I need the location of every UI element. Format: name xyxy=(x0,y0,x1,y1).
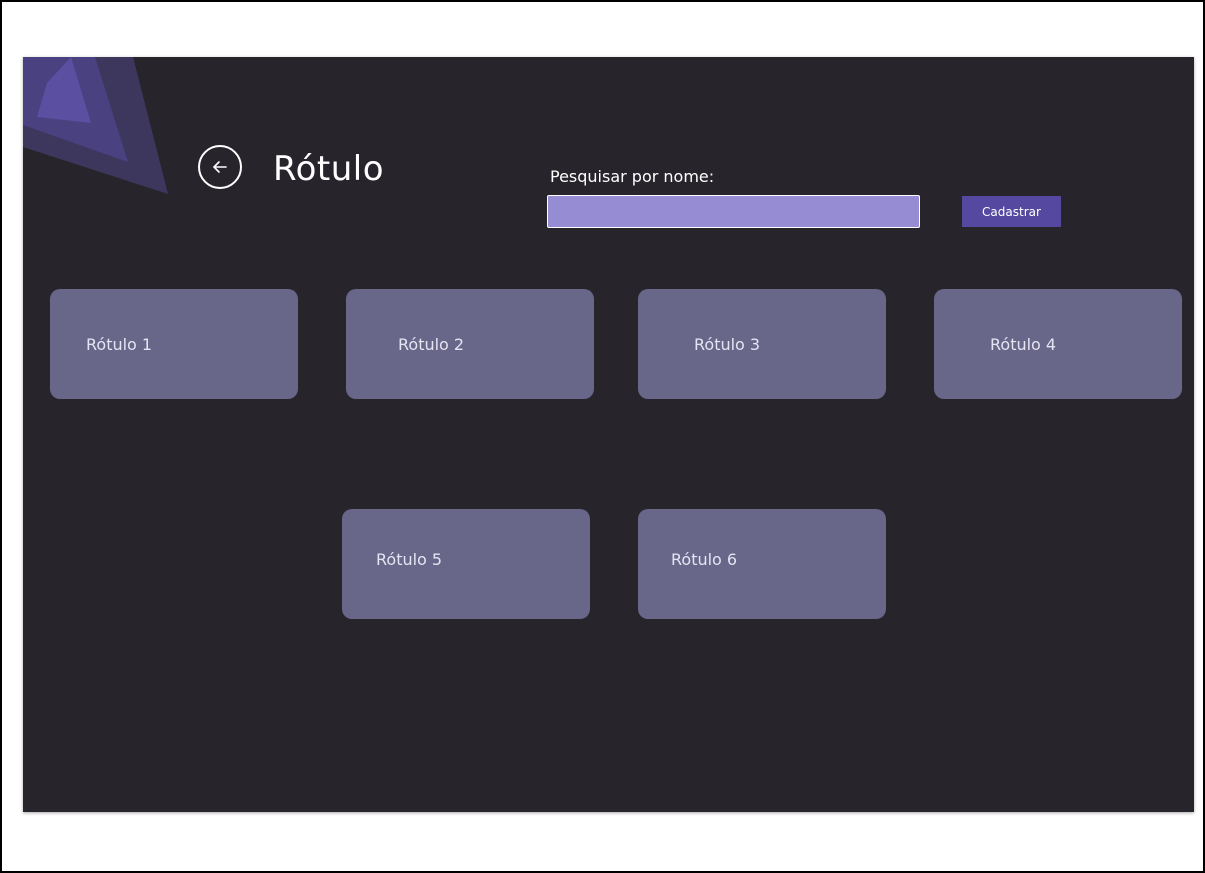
search-input[interactable] xyxy=(547,195,920,228)
back-button[interactable] xyxy=(198,145,242,189)
decorative-triangles xyxy=(23,57,168,194)
arrow-left-icon xyxy=(213,161,227,173)
card-label: Rótulo 1 xyxy=(86,335,153,354)
card-label: Rótulo 6 xyxy=(671,550,738,569)
register-button[interactable]: Cadastrar xyxy=(962,196,1061,227)
card-rotulo-3[interactable]: Rótulo 3 xyxy=(638,289,886,399)
page-title: Rótulo xyxy=(273,149,385,189)
search-label: Pesquisar por nome: xyxy=(550,167,715,186)
card-label: Rótulo 2 xyxy=(398,335,465,354)
window-frame: Rótulo Pesquisar por nome: Cadastrar Rót… xyxy=(0,0,1205,873)
card-label: Rótulo 4 xyxy=(990,335,1057,354)
card-rotulo-1[interactable]: Rótulo 1 xyxy=(50,289,298,399)
card-label: Rótulo 3 xyxy=(694,335,761,354)
card-label: Rótulo 5 xyxy=(376,550,443,569)
card-rotulo-6[interactable]: Rótulo 6 xyxy=(638,509,886,619)
card-rotulo-2[interactable]: Rótulo 2 xyxy=(346,289,594,399)
card-rotulo-4[interactable]: Rótulo 4 xyxy=(934,289,1182,399)
app-screen: Rótulo Pesquisar por nome: Cadastrar Rót… xyxy=(23,57,1194,812)
card-rotulo-5[interactable]: Rótulo 5 xyxy=(342,509,590,619)
